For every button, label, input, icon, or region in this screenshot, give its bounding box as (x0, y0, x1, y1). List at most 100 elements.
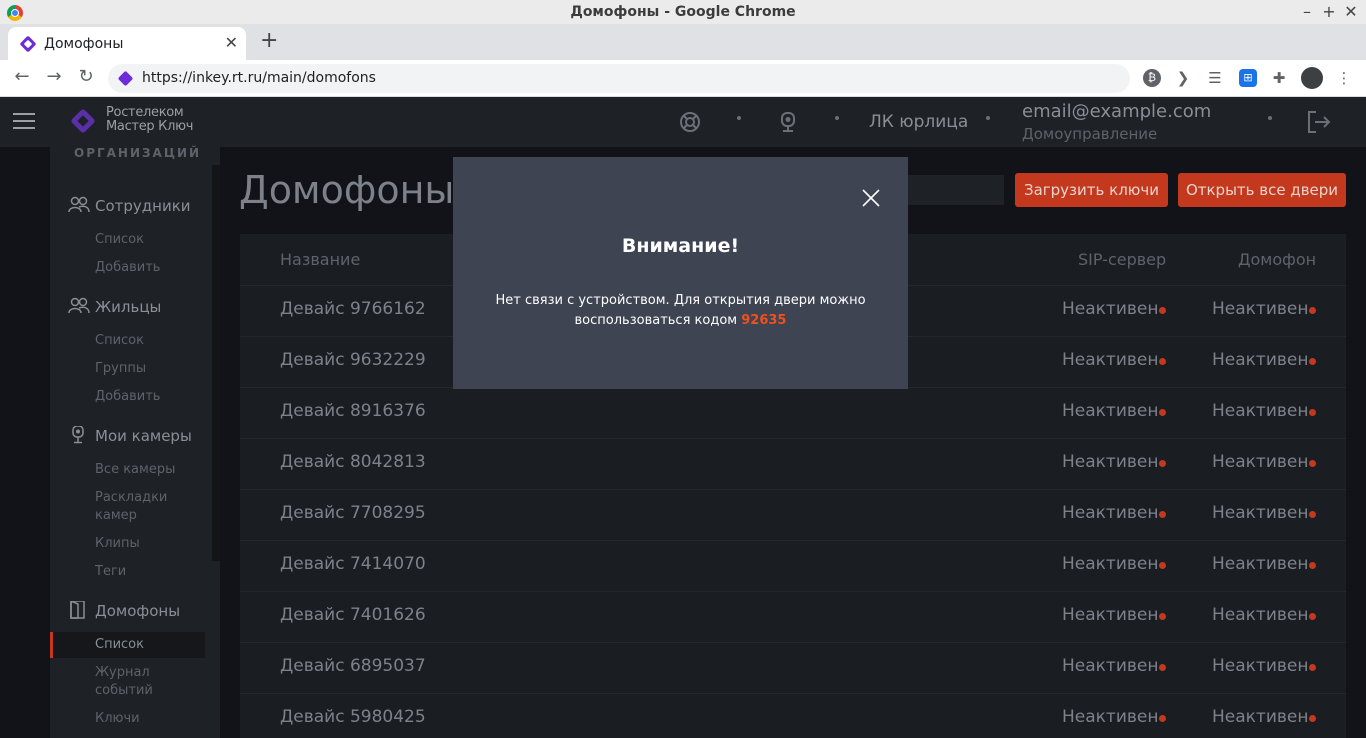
table-row-name[interactable]: Девайс 7708295 (280, 503, 426, 523)
sidebar-item-event-log[interactable]: Журнал событий (95, 664, 165, 700)
reload-icon[interactable]: ↻ (74, 66, 98, 87)
new-tab-button[interactable]: + (260, 28, 278, 53)
upload-keys-button[interactable]: Загрузить ключи (1015, 173, 1168, 207)
status-dot-icon (1159, 511, 1166, 518)
sidebar-scrollbar[interactable] (212, 165, 220, 561)
table-row-name[interactable]: Девайс 5980425 (280, 707, 426, 727)
table-row-sip-status: Неактивен (1062, 401, 1159, 421)
status-dot-icon (1309, 613, 1316, 620)
open-all-doors-button[interactable]: Открыть все двери (1178, 173, 1346, 207)
logout-icon[interactable] (1306, 109, 1332, 135)
table-row-name[interactable]: Девайс 9632229 (280, 350, 426, 370)
close-window-icon[interactable]: ✕ (1342, 2, 1360, 21)
status-dot-icon (1159, 409, 1166, 416)
status-dot-icon (1159, 613, 1166, 620)
sidebar-item-residents-list[interactable]: Список (95, 332, 144, 350)
status-dot-icon (1309, 715, 1316, 722)
status-dot-icon (1159, 307, 1166, 314)
door-code: 92635 (741, 313, 787, 328)
camera-icon[interactable] (777, 111, 799, 133)
status-dot-icon (1159, 562, 1166, 569)
table-row-name[interactable]: Девайс 9766162 (280, 299, 426, 319)
user-role: Домоуправление (1022, 125, 1158, 143)
table-row-name[interactable]: Девайс 8042813 (280, 452, 426, 472)
rostelecom-logo-icon (69, 107, 97, 135)
tab-close-icon[interactable]: ✕ (225, 33, 238, 52)
hamburger-menu-icon[interactable] (13, 113, 35, 131)
users-icon (68, 196, 90, 213)
table-row-sip-status: Неактивен (1062, 554, 1159, 574)
row-divider (240, 693, 1346, 694)
sidebar-section-label: Мои камеры (95, 427, 192, 445)
header-separator-dot (737, 116, 741, 120)
address-bar[interactable]: https://inkey.rt.ru/main/domofons (108, 64, 1130, 93)
sidebar-item-residents-add[interactable]: Добавить (95, 388, 160, 406)
modal-message: Нет связи с устройством. Для открытия дв… (483, 291, 878, 331)
modal-message-line-2: воспользоваться кодом (574, 313, 738, 328)
row-divider (240, 642, 1346, 643)
extension-2-icon[interactable]: ❯ (1173, 68, 1193, 88)
extension-4-icon[interactable]: ⊞ (1239, 69, 1257, 87)
forward-icon[interactable]: → (42, 66, 66, 87)
logo-line-1: Ростелеком (106, 105, 184, 120)
table-row-domofon-status: Неактивен (1212, 299, 1309, 319)
extensions-puzzle-icon[interactable]: ✚ (1269, 68, 1289, 88)
favicon-icon (19, 35, 37, 53)
site-info-icon[interactable] (117, 70, 134, 87)
column-header-name[interactable]: Название (280, 250, 360, 269)
table-row-sip-status: Неактивен (1062, 299, 1159, 319)
sidebar-item-clips[interactable]: Клипы (95, 535, 140, 553)
profile-avatar-icon[interactable] (1301, 67, 1323, 89)
table-row-sip-status: Неактивен (1062, 503, 1159, 523)
back-icon[interactable]: ← (10, 66, 34, 87)
logo-text: Ростелеком Мастер Ключ (106, 106, 193, 134)
sidebar-item-domofons-list[interactable]: Список (95, 636, 144, 654)
support-lifebuoy-icon[interactable] (679, 111, 701, 133)
page-title: Домофоны (239, 168, 455, 212)
table-row-name[interactable]: Девайс 6895037 (280, 656, 426, 676)
extension-1-icon[interactable]: ₿ (1143, 69, 1161, 87)
table-row-sip-status: Неактивен (1062, 707, 1159, 727)
sidebar-section-employees[interactable]: Сотрудники (68, 196, 191, 215)
sidebar-item-residents-groups[interactable]: Группы (95, 360, 146, 378)
extension-3-icon[interactable]: ☰ (1205, 68, 1225, 88)
sidebar-item-employees-list[interactable]: Список (95, 231, 144, 249)
column-header-sip[interactable]: SIP-сервер (1078, 250, 1166, 269)
status-dot-icon (1309, 409, 1316, 416)
sidebar-section-label: Жильцы (95, 298, 162, 316)
table-row-domofon-status: Неактивен (1212, 401, 1309, 421)
maximize-icon[interactable]: + (1320, 2, 1338, 21)
camera-icon (72, 426, 84, 444)
status-dot-icon (1309, 307, 1316, 314)
sidebar-item-all-cameras[interactable]: Все камеры (95, 461, 175, 479)
header-separator-dot (835, 116, 839, 120)
table-row-name[interactable]: Девайс 8916376 (280, 401, 426, 421)
table-row-name[interactable]: Девайс 7401626 (280, 605, 426, 625)
sidebar-item-keys[interactable]: Ключи (95, 710, 140, 728)
sidebar-section-residents[interactable]: Жильцы (68, 297, 161, 316)
close-icon[interactable] (862, 189, 880, 207)
table-row-domofon-status: Неактивен (1212, 554, 1309, 574)
sidebar-section-cameras[interactable]: Мои камеры (68, 426, 192, 445)
users-icon (68, 297, 90, 314)
sidebar-item-camera-layouts[interactable]: Раскладки камер (95, 489, 185, 525)
menu-kebab-icon[interactable]: ⋮ (1334, 68, 1354, 88)
status-dot-icon (1159, 358, 1166, 365)
sidebar-item-tags[interactable]: Теги (95, 563, 126, 581)
modal-message-line-1: Нет связи с устройством. Для открытия дв… (495, 293, 866, 308)
status-dot-icon (1309, 664, 1316, 671)
status-dot-icon (1159, 664, 1166, 671)
sidebar-section-domofons[interactable]: Домофоны (68, 601, 180, 620)
table-row-domofon-status: Неактивен (1212, 350, 1309, 370)
minimize-icon[interactable]: – (1298, 2, 1316, 21)
row-divider (240, 438, 1346, 439)
browser-tab[interactable]: Домофоны ✕ (8, 27, 246, 60)
row-divider (240, 591, 1346, 592)
tab-strip: Домофоны ✕ + (0, 24, 1366, 60)
url-text[interactable]: https://inkey.rt.ru/main/domofons (142, 70, 376, 86)
table-row-sip-status: Неактивен (1062, 605, 1159, 625)
sidebar-item-employees-add[interactable]: Добавить (95, 259, 160, 277)
lk-link[interactable]: ЛК юрлица (869, 112, 968, 132)
table-row-name[interactable]: Девайс 7414070 (280, 554, 426, 574)
column-header-domofon[interactable]: Домофон (1238, 250, 1316, 269)
